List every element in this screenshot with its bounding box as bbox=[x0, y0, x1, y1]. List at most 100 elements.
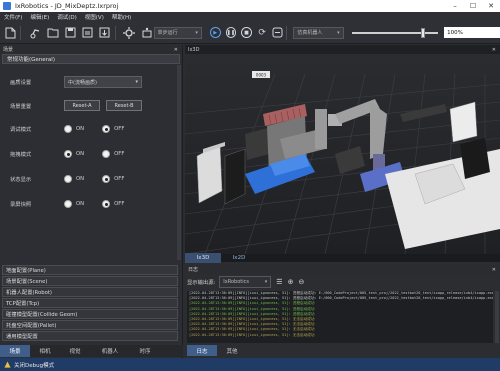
maximize-button[interactable]: ☐ bbox=[464, 0, 482, 12]
tab-ix2d[interactable]: Ix2D bbox=[221, 253, 257, 263]
reload-button[interactable]: ⟳ bbox=[257, 27, 268, 38]
accordion-collide-geom[interactable]: 碰撞模型配置(Collide Geom) bbox=[2, 309, 178, 319]
log-tabs: 日志 其他 bbox=[187, 345, 247, 356]
tab-camera[interactable]: 相机 bbox=[30, 345, 60, 357]
snapshot-row: 录屏快照 ON OFF bbox=[10, 200, 142, 208]
quality-value: 中(流畅画质) bbox=[68, 79, 97, 86]
pause-button[interactable]: ❚❚ bbox=[225, 27, 237, 38]
reset-b-button[interactable]: Reset-B bbox=[106, 100, 142, 111]
log-scrollbar[interactable] bbox=[495, 291, 499, 343]
guard-panel bbox=[449, 101, 478, 143]
3d-viewport[interactable]: 0003 bbox=[185, 54, 500, 254]
speed-slider-handle[interactable] bbox=[421, 27, 426, 38]
zoom-in-icon[interactable]: ⊕ bbox=[288, 278, 294, 286]
log-panel-title: 日志 bbox=[188, 267, 199, 273]
toolbar-divider bbox=[286, 25, 288, 40]
tab-other[interactable]: 其他 bbox=[217, 345, 247, 356]
snapshot-on-radio[interactable]: ON bbox=[64, 200, 84, 208]
save-button[interactable] bbox=[63, 26, 76, 40]
play-button[interactable]: ▶ bbox=[209, 27, 221, 38]
accordion-pallet[interactable]: 托盘空间配置(Pallet) bbox=[2, 320, 178, 330]
run-mode-select[interactable]: 单步运行 ▾ bbox=[153, 26, 202, 39]
drag-mode-off-radio[interactable]: OFF bbox=[102, 150, 124, 158]
robot-select[interactable]: 仿真机器人 ▾ bbox=[293, 26, 344, 39]
stop-button[interactable]: ■ bbox=[241, 27, 252, 38]
build-button[interactable] bbox=[123, 26, 136, 40]
new-file-button[interactable] bbox=[4, 26, 17, 40]
drag-mode-on-radio[interactable]: ON bbox=[64, 150, 84, 158]
menu-edit[interactable]: 编辑(E) bbox=[26, 13, 53, 21]
radio-dot bbox=[102, 150, 111, 158]
status-display-on-radio[interactable]: ON bbox=[64, 175, 84, 183]
quality-label: 画质设置 bbox=[10, 80, 32, 86]
folder-icon bbox=[47, 28, 59, 38]
debug-mode-off-radio[interactable]: OFF bbox=[102, 125, 124, 133]
reset-a-button[interactable]: Reset-A bbox=[64, 100, 100, 111]
main-toolbar: 单步运行 ▾ ▶ ❚❚ ■ ⟳ 仿真机器人 ▾ 100% bbox=[0, 22, 500, 44]
chevron-down-icon: ▾ bbox=[135, 79, 138, 85]
app-logo-icon bbox=[3, 2, 11, 10]
status-display-off-radio[interactable]: OFF bbox=[102, 175, 124, 183]
accordion-plane[interactable]: 地面配置(Plane) bbox=[2, 265, 178, 275]
radio-off-label: OFF bbox=[114, 176, 125, 182]
tab-robot[interactable]: 机器人 bbox=[90, 345, 130, 357]
menu-debug[interactable]: 调试(D) bbox=[53, 13, 81, 21]
radio-on-label: ON bbox=[76, 176, 85, 182]
minimize-button[interactable]: – bbox=[446, 0, 464, 12]
debug-mode-on-radio[interactable]: ON bbox=[64, 125, 84, 133]
robot-arm-icon bbox=[30, 28, 40, 38]
scene-panel-title: 场景 bbox=[3, 47, 14, 53]
zoom-out-icon[interactable]: ⊖ bbox=[298, 278, 304, 286]
speed-slider[interactable] bbox=[351, 27, 439, 38]
log-line: [2022-04-28T13:36:09][INFO][ixui_ignoces… bbox=[189, 332, 315, 337]
scene-panel-scrollbar[interactable] bbox=[177, 65, 181, 260]
tab-log[interactable]: 日志 bbox=[187, 345, 217, 356]
chevron-down-icon: ▾ bbox=[195, 29, 198, 36]
robot-add-button[interactable] bbox=[28, 26, 41, 40]
robot-arm-link bbox=[315, 109, 327, 149]
accordion-scene[interactable]: 场景配置(Scene) bbox=[2, 276, 178, 286]
menu-help[interactable]: 帮助(H) bbox=[108, 13, 135, 21]
import-button[interactable] bbox=[98, 26, 111, 40]
tab-scene[interactable]: 场景 bbox=[0, 345, 30, 357]
tab-timing[interactable]: 时序 bbox=[130, 345, 160, 357]
list-icon[interactable]: ☰ bbox=[276, 278, 282, 286]
accordion-robot[interactable]: 机器人配置(Robot) bbox=[2, 287, 178, 297]
scene-reset-label: 场景重置 bbox=[10, 103, 32, 110]
refresh-icon: ⟳ bbox=[258, 27, 266, 38]
close-panel-icon[interactable]: ✕ bbox=[174, 47, 178, 53]
general-section-header[interactable]: 常规功能(General) bbox=[2, 54, 180, 64]
general-section-title: 常规功能(General) bbox=[7, 57, 55, 63]
debug-mode-label: 调试模式 bbox=[10, 127, 32, 133]
open-folder-button[interactable] bbox=[46, 26, 59, 40]
save-as-button[interactable] bbox=[81, 26, 94, 40]
chevron-down-icon: ▾ bbox=[337, 29, 340, 36]
scene-label-text: 0003 bbox=[256, 73, 267, 78]
menu-view[interactable]: 视图(V) bbox=[81, 13, 108, 21]
snapshot-off-radio[interactable]: OFF bbox=[102, 200, 124, 208]
radio-dot bbox=[64, 200, 72, 208]
save-icon bbox=[65, 27, 76, 38]
close-panel-icon[interactable]: ✕ bbox=[492, 47, 496, 53]
robot-view-button[interactable] bbox=[140, 26, 153, 40]
snapshot-label: 录屏快照 bbox=[10, 202, 32, 208]
quality-select[interactable]: 中(流畅画质) ▾ bbox=[64, 76, 142, 88]
tab-vision[interactable]: 视觉 bbox=[60, 345, 90, 357]
accordion-tcp[interactable]: TCP配置(Tcp) bbox=[2, 298, 178, 308]
radio-on-label: ON bbox=[76, 151, 85, 157]
reset-button[interactable] bbox=[272, 27, 283, 38]
close-button[interactable]: ✕ bbox=[482, 0, 500, 12]
radio-dot bbox=[64, 125, 72, 133]
log-source-select[interactable]: IxRobotics ▾ bbox=[219, 276, 272, 288]
radio-dot-selected bbox=[102, 175, 111, 183]
window-title: IxRobotics - JD_MixDeptz.Ixrproj bbox=[15, 2, 119, 10]
status-display-row: 状态显示 ON OFF bbox=[10, 175, 142, 183]
accordion-model[interactable]: 通用模型配置 bbox=[2, 331, 178, 341]
close-panel-icon[interactable]: ✕ bbox=[492, 267, 496, 273]
pause-icon: ❚❚ bbox=[226, 29, 236, 36]
log-output[interactable]: [2022-04-28T13:36:09][INFO][ixui_ignoces… bbox=[187, 291, 493, 343]
guard-panel bbox=[460, 138, 490, 179]
menu-file[interactable]: 文件(F) bbox=[0, 13, 26, 21]
tab-ix3d[interactable]: Ix3D bbox=[185, 253, 221, 263]
zoom-input[interactable]: 100% bbox=[444, 27, 500, 38]
